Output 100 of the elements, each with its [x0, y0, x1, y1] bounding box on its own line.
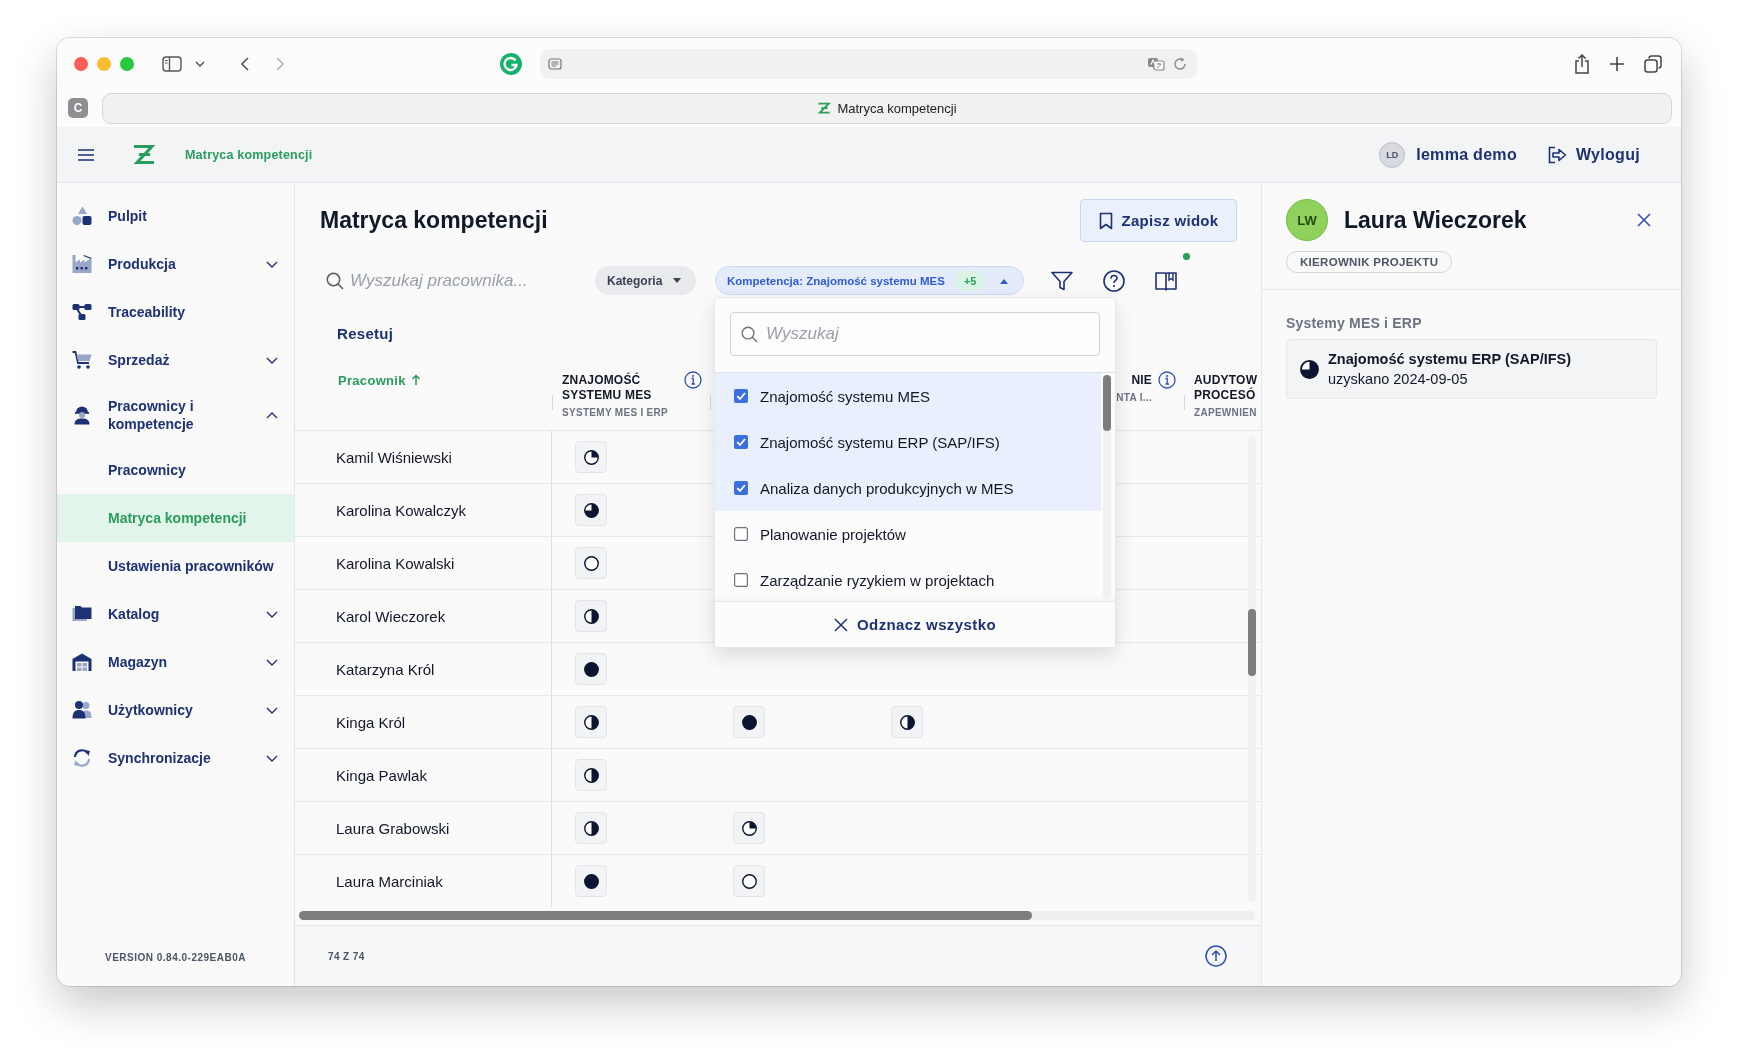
help-icon[interactable]: [1103, 269, 1126, 292]
nav-item[interactable]: Traceability: [57, 288, 294, 336]
table-cell: Laura Marciniak: [336, 872, 443, 890]
person-name: Laura Wieczorek: [1344, 206, 1527, 234]
column-subtitle: SYSTEMY MES I ERP: [562, 407, 669, 419]
nav-item[interactable]: Synchronizacje: [57, 734, 294, 782]
table-cell: Karolina Kowalczyk: [336, 501, 467, 519]
column-header: AUDYTOW PROCESÓ: [1194, 373, 1259, 403]
chevron-up-icon[interactable]: [266, 411, 278, 419]
chevron-down-icon[interactable]: [266, 754, 278, 762]
checkbox[interactable]: [734, 435, 748, 449]
close-icon[interactable]: [1637, 213, 1651, 227]
back-icon[interactable]: [241, 56, 249, 71]
nav-item[interactable]: Pulpit: [57, 192, 294, 240]
option-item[interactable]: Znajomość systemu MES: [715, 373, 1101, 419]
option-item[interactable]: Zarządzanie ryzykiem w projektach: [715, 557, 1101, 601]
reload-icon[interactable]: [1173, 56, 1187, 71]
user-avatar: LD: [1379, 141, 1406, 168]
scrollbar-thumb[interactable]: [299, 911, 1032, 920]
warehouse-icon: [72, 652, 92, 672]
half-pie-icon[interactable]: [891, 706, 923, 738]
three-quarter-pie-icon[interactable]: [575, 494, 607, 526]
logout-button[interactable]: Wyloguj: [1546, 145, 1640, 164]
nav-item[interactable]: Pracownicy i kompetencje: [57, 384, 294, 446]
competence-date: uzyskano 2024-09-05: [1328, 370, 1469, 389]
bookmark-icon: [1098, 211, 1113, 230]
nav-item[interactable]: Sprzedaż: [57, 336, 294, 384]
table-cell: Laura Grabowski: [336, 819, 450, 837]
search-field[interactable]: Wyszukaj pracownika...: [350, 270, 560, 291]
page-title: Matryca kompetencji: [320, 207, 548, 234]
nav-subitem[interactable]: Pracownicy: [57, 446, 294, 494]
nav-subitem[interactable]: Ustawienia pracowników: [57, 542, 294, 590]
half-pie-icon[interactable]: [575, 812, 607, 844]
scrollbar-thumb[interactable]: [1248, 609, 1256, 676]
close-window-icon[interactable]: [74, 56, 88, 71]
table-cell: Karolina Kowalski: [336, 554, 455, 572]
logo-icon: [817, 101, 832, 115]
logo-icon[interactable]: [132, 143, 156, 166]
checkbox[interactable]: [734, 389, 748, 403]
nav-item[interactable]: Użytkownicy: [57, 686, 294, 734]
sidebar-toggle-icon[interactable]: [162, 55, 182, 72]
table-cell: Katarzyna Król: [336, 660, 435, 678]
column-header: ZNAJOMOŚĆ SYSTEMU MES: [562, 373, 653, 403]
chevron-down-icon[interactable]: [266, 610, 278, 618]
three-quarter-pie-icon: [1300, 359, 1319, 379]
search-field[interactable]: Wyszukaj: [730, 312, 1100, 356]
column-header: NIE: [1131, 373, 1152, 388]
table-cell: Kinga Król: [336, 713, 406, 731]
quarter-pie-icon[interactable]: [575, 441, 607, 473]
chevron-down-icon[interactable]: [266, 706, 278, 714]
chevron-down-icon[interactable]: [266, 260, 278, 268]
scrollbar-thumb[interactable]: [1103, 375, 1111, 431]
connected-nodes-icon: [72, 302, 92, 322]
cart-icon: [72, 350, 92, 370]
half-pie-icon[interactable]: [575, 759, 607, 791]
clear-all-button[interactable]: Odznacz wszystko: [834, 616, 996, 633]
nav-item[interactable]: Produkcja: [57, 240, 294, 288]
checkbox[interactable]: [734, 527, 748, 541]
users-icon: [72, 700, 92, 720]
avatar: LW: [1286, 199, 1328, 241]
reader-icon[interactable]: [548, 57, 562, 70]
menu-icon[interactable]: [77, 147, 95, 162]
competence-filter[interactable]: Kompetencja: Znajomość systemu MES +5: [715, 266, 1025, 295]
chevron-down-icon[interactable]: [266, 658, 278, 666]
folder-icon: [72, 604, 92, 624]
share-icon[interactable]: [1574, 53, 1590, 74]
address-field[interactable]: [540, 48, 1197, 79]
option-item[interactable]: Znajomość systemu ERP (SAP/IFS): [715, 419, 1101, 465]
filter-icon[interactable]: [1051, 270, 1074, 291]
option-item[interactable]: Analiza danych produkcyjnych w MES: [715, 465, 1101, 511]
plus-icon[interactable]: [1609, 55, 1625, 72]
shapes-icon: [72, 206, 92, 226]
half-pie-icon[interactable]: [575, 706, 607, 738]
version-label: VERSION 0.84.0-229EAB0A: [104, 952, 247, 965]
arrow-up-circle-icon[interactable]: [1205, 945, 1227, 967]
nav-item[interactable]: Katalog: [57, 590, 294, 638]
info-icon[interactable]: [1158, 371, 1176, 389]
half-pie-icon[interactable]: [575, 600, 607, 632]
table-cell: Kamil Wiśniewski: [336, 448, 452, 466]
chevron-down-icon[interactable]: [266, 356, 278, 364]
count-badge: +5: [954, 270, 986, 291]
option-item[interactable]: Planowanie projektów: [715, 511, 1101, 557]
sync-icon: [72, 748, 92, 768]
translate-icon[interactable]: [1147, 56, 1165, 71]
checkbox[interactable]: [734, 573, 748, 587]
app-title: Matryca kompetencji: [185, 147, 313, 162]
tabs-overview-icon[interactable]: [1644, 54, 1662, 73]
book-icon[interactable]: [1155, 270, 1178, 291]
extension-icon[interactable]: [500, 52, 522, 75]
nav-item[interactable]: Magazyn: [57, 638, 294, 686]
quarter-pie-icon[interactable]: [733, 812, 765, 844]
save-view-button[interactable]: Zapisz widok: [1080, 199, 1237, 242]
chevron-down-icon[interactable]: [195, 60, 205, 67]
info-icon[interactable]: [684, 371, 702, 389]
section-title: Systemy MES i ERP: [1286, 315, 1423, 331]
checkbox[interactable]: [734, 481, 748, 495]
category-filter[interactable]: Kategoria: [595, 266, 696, 295]
user-name[interactable]: lemma demo: [1416, 145, 1517, 164]
browser-tab[interactable]: Matryca kompetencji: [102, 92, 1672, 124]
reset-link[interactable]: Resetuj: [337, 324, 394, 342]
